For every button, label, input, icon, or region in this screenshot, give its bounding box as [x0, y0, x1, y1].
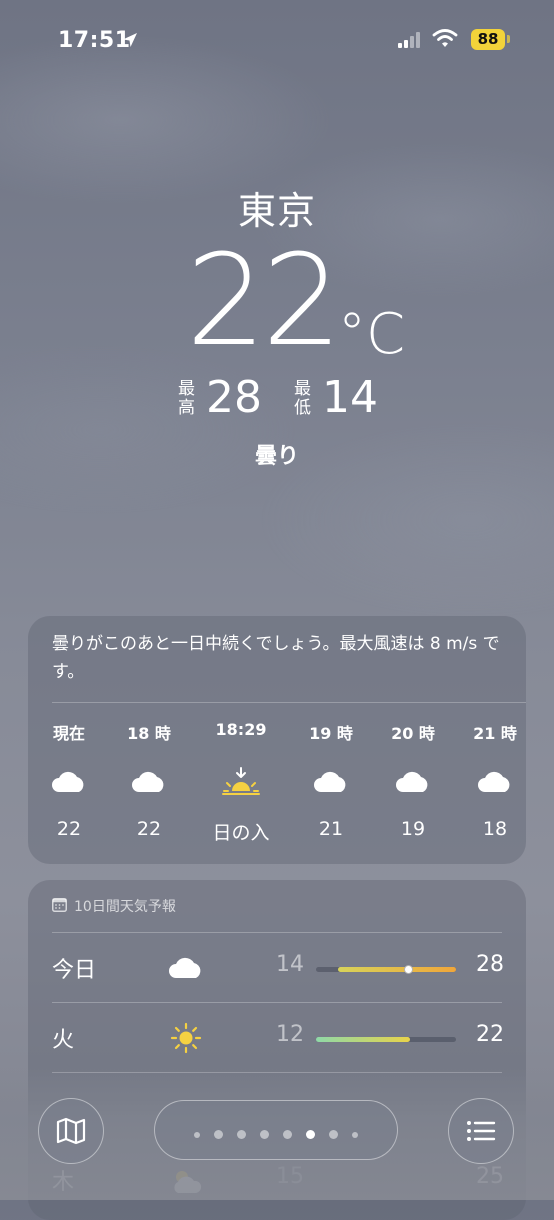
day-name: 今日 [52, 958, 97, 983]
calendar-icon [52, 898, 67, 912]
hour-temp: 22 [56, 818, 82, 840]
cloud-icon [314, 771, 346, 792]
hour-item: 18 時 22 [114, 720, 184, 840]
current-temp-dot [403, 965, 413, 974]
divider [52, 702, 526, 703]
hour-time: 20 時 [391, 724, 435, 743]
low-label: 最低 [294, 379, 311, 418]
temp-range-bar [316, 1037, 456, 1042]
day-low: 12 [276, 1022, 304, 1047]
cloud-icon [396, 771, 428, 792]
temperature-unit: °C [338, 302, 406, 367]
sun-icon [170, 1022, 202, 1054]
list-button[interactable] [448, 1098, 514, 1164]
hour-item: 現在 22 [34, 720, 104, 840]
page-dot [329, 1130, 338, 1139]
hour-item: 18:29 日の入 [192, 720, 290, 845]
ten-day-header: 10日間天気予報 [74, 899, 176, 915]
map-icon [56, 1117, 86, 1145]
page-dot [352, 1132, 358, 1138]
condition-text: 曇り [254, 444, 299, 469]
low-temp: 14 [322, 372, 378, 423]
hour-temp: 22 [136, 818, 162, 840]
sunset-icon [222, 767, 260, 795]
high-label: 最高 [178, 379, 195, 418]
page-dots [155, 1124, 397, 1143]
hour-temp: 19 [400, 818, 426, 840]
hour-time: 21 時 [473, 724, 517, 743]
divider [52, 932, 502, 933]
day-row[interactable]: 火 12 22 [28, 1008, 526, 1068]
page-dot [237, 1130, 246, 1139]
hour-time: 18 時 [127, 724, 171, 743]
temp-range-fill [338, 967, 456, 972]
page-dot [194, 1132, 200, 1138]
hour-item: 19 時 21 [296, 720, 366, 840]
hour-item: 20 時 19 [378, 720, 448, 840]
cellular-signal-icon [398, 32, 420, 48]
temp-range-bar [316, 965, 456, 974]
cloud-icon [132, 771, 164, 792]
hour-item: 21 時 18 [460, 720, 530, 840]
wifi-icon [432, 29, 458, 47]
battery-tip [507, 35, 510, 43]
cloud-icon [169, 957, 201, 978]
hour-temp: 21 [318, 818, 344, 840]
list-icon [467, 1121, 496, 1141]
location-arrow-icon [123, 33, 137, 47]
hour-temp: 18 [482, 818, 508, 840]
hour-time: 18:29 [215, 720, 267, 739]
cloud-icon [52, 771, 84, 792]
page-dot [283, 1130, 292, 1139]
cloud-icon [478, 771, 510, 792]
day-row[interactable]: 今日 14 28 [28, 938, 526, 998]
status-bar: 17:51 88 [0, 0, 554, 80]
hour-time: 現在 [52, 724, 85, 743]
page-dot-active [306, 1130, 315, 1139]
map-button[interactable] [38, 1098, 104, 1164]
hour-time: 19 時 [309, 724, 353, 743]
current-temperature: 22 [186, 227, 342, 374]
day-low: 14 [276, 952, 304, 977]
page-dot [260, 1130, 269, 1139]
battery-icon: 88 [471, 29, 505, 50]
high-temp: 28 [206, 372, 262, 423]
sunset-label: 日の入 [212, 822, 270, 844]
divider [52, 1002, 502, 1003]
page-indicator[interactable] [154, 1100, 398, 1160]
status-time: 17:51 [58, 28, 131, 53]
hourly-forecast-card[interactable]: 曇りがこのあと一日中続くでしょう。最大風速は 8 m/s です。 現在 22 1… [28, 616, 526, 864]
forecast-summary: 曇りがこのあと一日中続くでしょう。最大風速は 8 m/s です。 [52, 634, 500, 682]
temp-range-fill [316, 1037, 410, 1042]
day-high: 28 [476, 952, 504, 977]
day-high: 22 [476, 1022, 504, 1047]
high-low: 最高 28 最低 14 [178, 374, 388, 430]
page-dot [214, 1130, 223, 1139]
day-name: 火 [52, 1028, 75, 1053]
